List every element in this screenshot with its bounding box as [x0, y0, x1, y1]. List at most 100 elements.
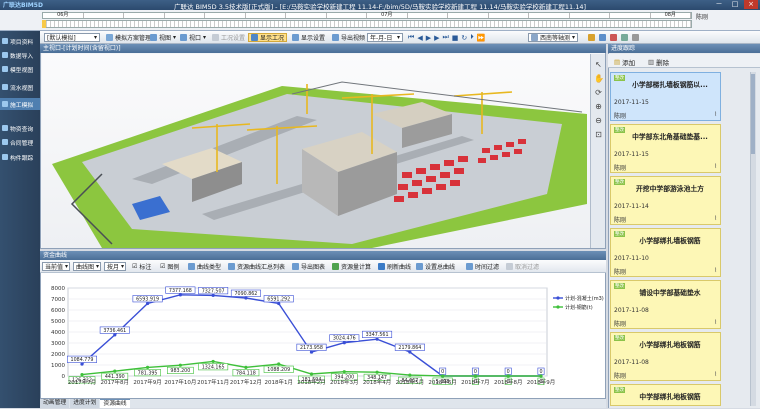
sidebar-item-contract-manage[interactable]: 合同管理 — [0, 136, 40, 148]
tracking-note[interactable]: 整改 中学部绑扎地板钢筋 — [610, 384, 721, 406]
timeline-month: 08月 — [651, 13, 691, 18]
resource-summary-button[interactable]: 资源曲线汇总列表 — [226, 262, 287, 271]
viewport-icon — [180, 34, 187, 41]
timeline-bar[interactable]: 06月 07月 08月 陈刚 — [0, 10, 760, 31]
data-point — [506, 374, 510, 378]
sidebar-item-project-docs[interactable]: 项目资料 — [0, 35, 40, 47]
tracking-note[interactable]: 整改 开挖中学部游泳池土方 2017-11-14 陈刚 ⌇ — [610, 176, 721, 225]
paperclip-icon[interactable]: ⌇ — [714, 215, 717, 222]
simulation-mode-select[interactable]: [默认模拟] ▾ — [44, 33, 100, 42]
sidebar-item-model-view[interactable]: 模型视图 — [0, 63, 40, 75]
note-title: 小学部绑扎地板钢筋 — [639, 341, 701, 349]
pan-icon[interactable]: ✋ — [594, 74, 604, 83]
calc-icon — [332, 263, 339, 270]
next-frame-icon[interactable]: ▶ — [434, 34, 439, 42]
time-filter-button[interactable]: 时间过滤 — [464, 262, 501, 271]
fit-view-icon[interactable]: ⊡ — [594, 130, 603, 139]
x-tick-label: 2017年10月 — [164, 378, 196, 386]
more-icon[interactable] — [632, 34, 639, 41]
camera-icon[interactable] — [621, 34, 628, 41]
tracking-note[interactable]: 整改 小学部梯扎墙板钢筋以... 2017-11-15 陈刚 ⌇ — [610, 72, 721, 121]
paperclip-icon[interactable]: ⌇ — [714, 371, 717, 378]
delete-note-button[interactable]: ▥ 删除 — [648, 57, 669, 67]
work-settings-button[interactable]: 工况设置 — [210, 33, 247, 42]
sidebar-item-construction-sim[interactable]: 施工模拟 — [0, 98, 40, 110]
loop-icon[interactable]: ↻ — [461, 34, 467, 42]
plan-manage-button[interactable]: 模拟方案管理 — [104, 33, 153, 42]
view-menu-button[interactable]: 视图 ▾ — [148, 33, 178, 42]
legend-checkbox[interactable]: ☑ 图例 — [158, 262, 181, 271]
minimize-button[interactable]: － — [712, 0, 726, 9]
view-tools-strip: ↖ ✋ ⟳ ⊕ ⊖ ⊡ — [590, 54, 605, 248]
period-select[interactable]: 按月 ▾ — [104, 262, 126, 271]
y-tick-label: 7000 — [51, 297, 65, 303]
note-author: 陈刚 — [614, 165, 627, 172]
export-chart-button[interactable]: 导出图表 — [290, 262, 327, 271]
first-frame-icon[interactable]: ⏮ — [408, 33, 414, 42]
timeline-month — [327, 13, 367, 18]
close-button[interactable]: × — [744, 0, 758, 9]
timeline-playhead[interactable] — [42, 20, 46, 28]
export-icon — [292, 263, 299, 270]
chart-kind-select[interactable]: 曲线图 ▾ — [73, 262, 101, 271]
current-value-select[interactable]: 当前值 ▾ — [42, 262, 70, 271]
zoom-in-icon[interactable]: ⊕ — [594, 102, 603, 111]
3d-model-view[interactable] — [42, 54, 590, 248]
rotate-icon[interactable]: ⟳ — [594, 88, 603, 97]
paperclip-icon[interactable]: ⌇ — [714, 267, 717, 274]
export-video-button[interactable]: 导出视频 — [330, 33, 367, 42]
refresh-curve-button[interactable]: 刷新曲线 — [376, 262, 413, 271]
date-format-select[interactable]: 年-月-日 ▾ — [367, 33, 403, 42]
measure-icon[interactable] — [588, 34, 595, 41]
legend-label: 计划-混凝土(m3) — [565, 295, 604, 302]
section-icon[interactable] — [599, 34, 606, 41]
timeline-month — [610, 13, 651, 18]
window-controls: － □ × — [698, 0, 758, 10]
pointer-icon[interactable]: ↖ — [594, 60, 603, 69]
cancel-filter-button[interactable]: 取消过滤 — [504, 262, 541, 271]
data-point — [342, 370, 346, 374]
note-title: 小学部绑扎墙板钢筋 — [639, 237, 701, 245]
note-title: 开挖中学部游泳池土方 — [636, 185, 704, 193]
paperclip-icon[interactable]: ⌇ — [714, 163, 717, 170]
prev-frame-icon[interactable]: ◀ — [417, 34, 422, 42]
tracking-note[interactable]: 整改 小学部绑扎地板钢筋 2017-11-08 陈刚 ⌇ — [610, 332, 721, 381]
sidebar-item-data-import[interactable]: 数据导入 — [0, 49, 40, 61]
marker-icon[interactable] — [610, 34, 617, 41]
stop-icon[interactable]: ■ — [452, 34, 459, 42]
zoom-out-icon[interactable]: ⊖ — [594, 116, 603, 125]
tab-resource-curve[interactable]: 资源曲线 — [100, 399, 130, 408]
progress-tracking-title: 进度跟踪 — [608, 44, 760, 53]
viewport-menu-button[interactable]: 视口 ▾ — [178, 33, 208, 42]
tab-animation-manage[interactable]: 动画管理 — [40, 399, 70, 408]
data-label: 1324.165 — [202, 364, 225, 370]
step-icon[interactable]: ⏵ — [470, 33, 474, 42]
play-icon[interactable]: ▶ — [426, 34, 431, 42]
sidebar-item-component-track[interactable]: 构件跟踪 — [0, 151, 40, 163]
tracking-note[interactable]: 整改 铺设中学部基础垫水 2017-11-08 陈刚 ⌇ — [610, 280, 721, 329]
maximize-button[interactable]: □ — [728, 0, 742, 9]
set-total-curve-button[interactable]: 设置总曲线 — [414, 262, 457, 271]
tab-schedule[interactable]: 进度计划 — [70, 399, 100, 408]
note-list-scroll-thumb[interactable] — [751, 74, 755, 154]
sidebar-item-flow-view[interactable]: 流水视图 — [0, 81, 40, 93]
curve-type-button[interactable]: 曲线类型 — [186, 262, 223, 271]
annotate-checkbox[interactable]: ☑ 标注 — [130, 262, 153, 271]
legend-label: 计划-钢筋(t) — [565, 304, 593, 311]
add-note-button[interactable]: ▤ 添加 — [614, 57, 635, 67]
timeline-days[interactable] — [42, 20, 692, 28]
tracking-note[interactable]: 整改 小学部绑扎墙板钢筋 2017-11-10 陈刚 ⌇ — [610, 228, 721, 277]
paperclip-icon[interactable]: ⌇ — [714, 111, 717, 118]
resource-calc-button[interactable]: 资源量计算 — [330, 262, 373, 271]
data-label: 784.118 — [236, 370, 256, 376]
tracking-note[interactable]: 整改 中学部东北角基础垫基... 2017-11-15 陈刚 ⌇ — [610, 124, 721, 173]
show-work-button[interactable]: 显示工况 — [248, 33, 288, 42]
data-point — [309, 372, 314, 376]
display-settings-button[interactable]: 显示设置 — [290, 33, 327, 42]
view-direction-select[interactable]: 西南等轴测 ▾ — [528, 33, 578, 42]
sidebar-item-material-query[interactable]: 物资查询 — [0, 122, 40, 134]
last-frame-icon[interactable]: ⏭ — [442, 33, 448, 42]
timeline-month — [84, 13, 124, 18]
paperclip-icon[interactable]: ⌇ — [714, 319, 717, 326]
speed-icon[interactable]: ⏩ — [477, 34, 486, 42]
